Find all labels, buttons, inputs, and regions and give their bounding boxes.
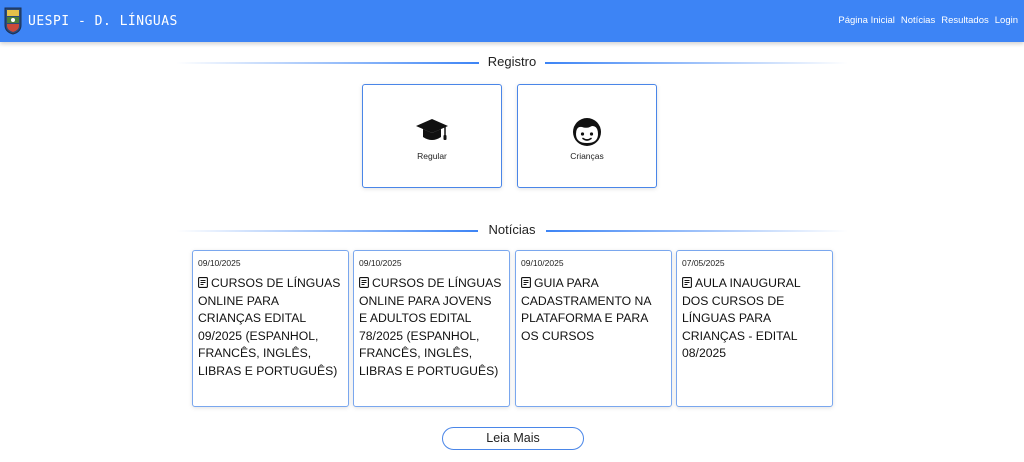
news-title: AULA INAUGURAL DOS CURSOS DE LÍNGUAS PAR… (682, 276, 801, 361)
document-icon (682, 277, 692, 288)
brand-link[interactable]: UESPI - D. LÍNGUAS (4, 5, 178, 37)
uespi-logo-icon (4, 7, 22, 35)
nav-links: Página Inicial Notícias Resultados Login (838, 15, 1018, 26)
news-title: GUIA PARA CADASTRAMENTO NA PLATAFORMA E … (521, 276, 651, 343)
news-date: 07/05/2025 (682, 258, 725, 268)
news-title-wrap: CURSOS DE LÍNGUAS ONLINE PARA JOVENS E A… (359, 275, 503, 381)
news-title-wrap: AULA INAUGURAL DOS CURSOS DE LÍNGUAS PAR… (682, 275, 826, 363)
registro-card-label: Crianças (570, 151, 604, 161)
nav-news[interactable]: Notícias (901, 15, 935, 26)
news-title-wrap: GUIA PARA CADASTRAMENTO NA PLATAFORMA E … (521, 275, 665, 345)
divider-right (546, 230, 848, 232)
graduation-cap-icon (416, 119, 448, 140)
registro-card-label: Regular (417, 151, 447, 161)
news-card-1[interactable]: 09/10/2025 CURSOS DE LÍNGUAS ONLINE PARA… (192, 250, 349, 407)
news-title: CURSOS DE LÍNGUAS ONLINE PARA JOVENS E A… (359, 276, 502, 378)
nav-home[interactable]: Página Inicial (838, 15, 895, 26)
news-card-4[interactable]: 07/05/2025 AULA INAUGURAL DOS CURSOS DE … (676, 250, 833, 407)
news-card-3[interactable]: 09/10/2025 GUIA PARA CADASTRAMENTO NA PL… (515, 250, 672, 407)
news-card-2[interactable]: 09/10/2025 CURSOS DE LÍNGUAS ONLINE PARA… (353, 250, 510, 407)
document-icon (198, 277, 208, 288)
leia-mais-button[interactable]: Leia Mais (442, 427, 584, 450)
nav-login[interactable]: Login (995, 15, 1018, 26)
news-title-wrap: CURSOS DE LÍNGUAS ONLINE PARA CRIANÇAS E… (198, 275, 342, 381)
news-title: CURSOS DE LÍNGUAS ONLINE PARA CRIANÇAS E… (198, 276, 341, 378)
registro-card-regular[interactable]: Regular (362, 84, 502, 188)
news-date: 09/10/2025 (359, 258, 402, 268)
news-date: 09/10/2025 (521, 258, 564, 268)
divider-right (545, 62, 848, 64)
news-date: 09/10/2025 (198, 258, 241, 268)
registro-heading: Registro (176, 53, 848, 73)
brand-title: UESPI - D. LÍNGUAS (28, 13, 178, 29)
document-icon (359, 277, 369, 288)
navbar: UESPI - D. LÍNGUAS Página Inicial Notíci… (0, 0, 1024, 42)
registro-card-criancas[interactable]: Crianças (517, 84, 657, 188)
child-face-icon (573, 118, 601, 146)
document-icon (521, 277, 531, 288)
noticias-heading: Notícias (176, 221, 848, 241)
nav-results[interactable]: Resultados (941, 15, 989, 26)
